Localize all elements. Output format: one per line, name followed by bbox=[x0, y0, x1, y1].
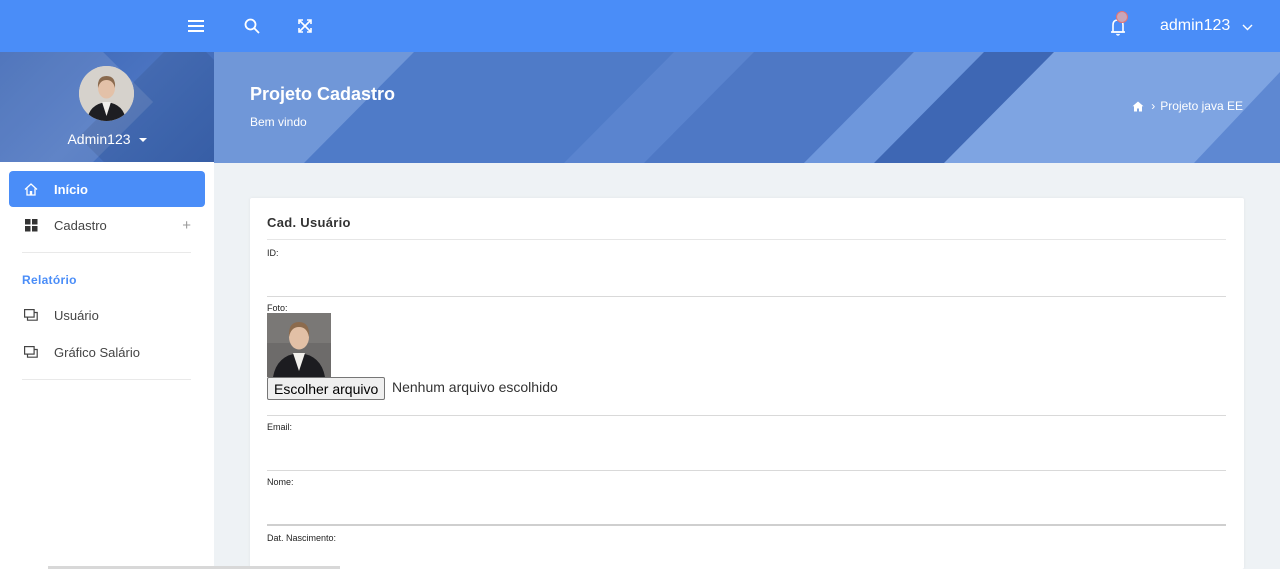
divider bbox=[22, 379, 191, 380]
nome-field[interactable] bbox=[267, 492, 1226, 516]
user-photo bbox=[267, 313, 331, 377]
field-underline bbox=[267, 415, 1226, 416]
file-status: Nenhum arquivo escolhido bbox=[392, 379, 558, 395]
expand-icon[interactable]: + bbox=[182, 217, 191, 234]
sidebar-username: Admin123 bbox=[67, 131, 131, 147]
nome-label: Nome: bbox=[267, 477, 294, 487]
breadcrumb: › Projeto java EE bbox=[1132, 99, 1243, 113]
fullscreen-icon[interactable] bbox=[293, 14, 317, 38]
sidebar-item-label: Cadastro bbox=[54, 217, 107, 233]
home-icon bbox=[23, 182, 39, 196]
breadcrumb-link[interactable]: Projeto java EE bbox=[1160, 99, 1243, 113]
chevron-down-icon bbox=[1242, 18, 1253, 36]
sidebar-profile: Admin123 bbox=[0, 52, 214, 162]
choose-file-button[interactable]: Escolher arquivo bbox=[267, 377, 386, 400]
nascimento-field[interactable] bbox=[267, 546, 1226, 568]
window-icon bbox=[23, 309, 39, 321]
top-navbar: admin123 bbox=[0, 0, 1280, 52]
sidebar: Admin123 Início Cadastro + Relatório Usu… bbox=[0, 52, 214, 569]
id-field[interactable] bbox=[267, 263, 1226, 287]
email-field[interactable] bbox=[267, 437, 1226, 461]
breadcrumb-separator: › bbox=[1151, 99, 1156, 113]
section-title-relatorio: Relatório bbox=[22, 273, 77, 287]
home-icon[interactable] bbox=[1132, 101, 1144, 112]
sidebar-item-label: Usuário bbox=[54, 307, 99, 323]
window-icon bbox=[23, 346, 39, 358]
avatar[interactable] bbox=[79, 66, 134, 121]
page-header: Projeto Cadastro Bem vindo › Projeto jav… bbox=[214, 52, 1280, 163]
field-underline bbox=[267, 296, 1226, 297]
email-label: Email: bbox=[267, 422, 293, 432]
field-underline bbox=[267, 470, 1226, 471]
page-subtitle: Bem vindo bbox=[250, 115, 307, 129]
sidebar-user-dropdown[interactable]: Admin123 bbox=[0, 131, 214, 147]
sidebar-item-label: Início bbox=[54, 181, 88, 197]
sidebar-item-usuario[interactable]: Usuário bbox=[9, 297, 205, 333]
foto-label: Foto: bbox=[267, 303, 288, 313]
sidebar-item-inicio[interactable]: Início bbox=[9, 171, 205, 207]
sidebar-item-cadastro[interactable]: Cadastro + bbox=[9, 207, 205, 243]
caret-down-icon bbox=[138, 138, 147, 143]
card-title: Cad. Usuário bbox=[267, 215, 351, 230]
page-title: Projeto Cadastro bbox=[250, 84, 396, 104]
id-label: ID: bbox=[267, 248, 279, 258]
grid-icon bbox=[23, 218, 39, 232]
notification-badge bbox=[1116, 11, 1128, 23]
sidebar-item-label: Gráfico Salário bbox=[54, 344, 140, 360]
topbar-username: admin123 bbox=[1160, 17, 1231, 34]
user-dropdown[interactable]: admin123 bbox=[1160, 16, 1253, 36]
sidebar-item-grafico-salario[interactable]: Gráfico Salário bbox=[9, 334, 205, 370]
divider bbox=[22, 252, 191, 253]
nascimento-label: Dat. Nascimento: bbox=[267, 533, 337, 543]
menu-icon[interactable] bbox=[184, 14, 208, 38]
search-icon[interactable] bbox=[240, 14, 264, 38]
divider bbox=[267, 239, 1226, 240]
form-card: Cad. Usuário ID: Foto: Escolher arquivo … bbox=[250, 198, 1244, 569]
field-underline bbox=[267, 524, 1226, 526]
